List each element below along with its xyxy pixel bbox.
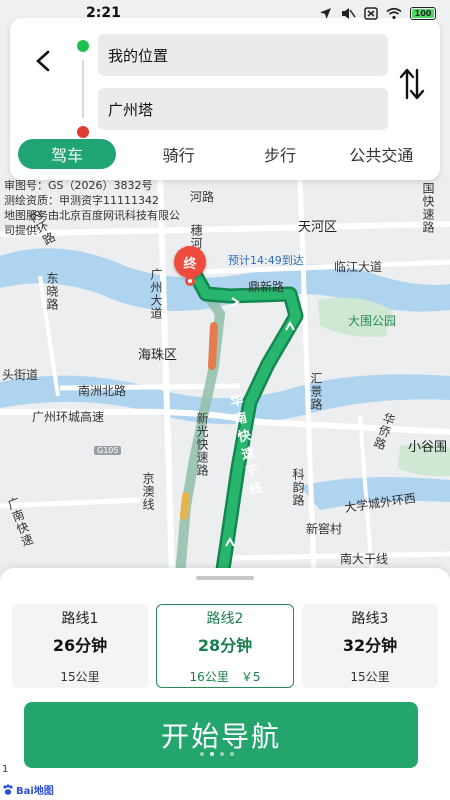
map-label: 新窖村 (306, 522, 343, 536)
route-indicator (76, 38, 90, 138)
map-copyright: 审图号：GS（2026）3832号 测绘资质：甲测资字11111342 地图服务… (4, 178, 234, 238)
tab-ride[interactable]: 骑行 (128, 139, 229, 169)
tab-transit[interactable]: 公共交通 (331, 139, 432, 169)
route-search-panel: 我的位置 广州塔 驾车 骑行 步行 公共交通 (10, 18, 440, 180)
copyright-line: 地图服务由北京百度网讯科技有限公 (4, 209, 180, 222)
battery-level: 100 (414, 8, 432, 18)
eta-label: 预计14:49到达 (228, 254, 304, 267)
mute-icon (342, 7, 356, 19)
route-time: 28分钟 (197, 635, 253, 655)
start-navigation-button[interactable]: 开始导航 (24, 702, 418, 768)
baidu-paw-icon (3, 783, 13, 795)
swap-icon (399, 68, 425, 100)
back-button[interactable] (28, 46, 58, 76)
map-label: 临江大道 (334, 260, 383, 274)
page-dot (200, 752, 204, 756)
route-detail: 15公里 (350, 669, 390, 684)
battery-icon: 100 (410, 6, 436, 20)
destination-field[interactable]: 广州塔 (98, 88, 388, 130)
status-time: 2:21 (86, 5, 121, 21)
route-card-1[interactable]: 路线1 26分钟 15公里 (12, 604, 148, 688)
copyright-line: 审图号：GS（2026）3832号 (4, 179, 153, 192)
map-label: 国快速路 (421, 182, 435, 234)
page-dot (230, 752, 234, 756)
map-label: 天河区 (298, 220, 338, 235)
destination-marker[interactable]: 终 (174, 246, 208, 290)
map-label: 头街道 (2, 368, 39, 382)
route-connector (82, 60, 84, 118)
route-options-sheet: 路线1 26分钟 15公里 路线2 28分钟 16公里 ￥5 路线3 32分钟 … (0, 568, 450, 800)
map-label: 鼎新路 (248, 280, 285, 294)
end-pin-icon: 终 (174, 246, 206, 278)
map-label: 广州大道 (149, 268, 163, 320)
page-dot (210, 752, 214, 756)
start-location-field[interactable]: 我的位置 (98, 34, 388, 76)
map-label: 科韵路 (291, 468, 305, 507)
map-view[interactable]: 审图号：GS（2026）3832号 测绘资质：甲测资字11111342 地图服务… (0, 176, 450, 576)
map-label: 南洲北路 (78, 384, 127, 398)
tab-walk[interactable]: 步行 (229, 139, 330, 169)
map-label: 京澳线 (141, 472, 155, 511)
swap-button[interactable] (394, 66, 430, 102)
route-detail: 16公里 ￥5 (189, 669, 261, 684)
route-name: 路线2 (206, 610, 244, 627)
copyright-line: 测绘资质：甲测资字11111342 (4, 194, 159, 207)
location-arrow-icon (320, 7, 331, 19)
page-indicator (200, 752, 234, 756)
route-card-2[interactable]: 路线2 28分钟 16公里 ￥5 (156, 604, 294, 688)
route-name: 路线1 (61, 610, 99, 627)
baidu-logo-text: Bai地图 (16, 786, 54, 797)
alt-route-traffic (208, 322, 218, 370)
copyright-line: 司提供 (4, 224, 37, 237)
map-label: 广州环城高速 (32, 410, 105, 424)
map-label: 东晓路 (45, 272, 59, 311)
road-badge: G105 (94, 446, 122, 455)
sim-off-icon (364, 6, 378, 20)
map-label: 大围公园 (348, 314, 397, 328)
map-label: 新光快速路 (195, 412, 209, 477)
back-arrow-icon (36, 50, 50, 72)
route-time: 32分钟 (342, 635, 398, 655)
map-label: 南大干线 (340, 552, 389, 566)
scale-label: 1 (2, 764, 9, 775)
sheet-drag-handle[interactable] (196, 576, 254, 580)
route-time: 26分钟 (52, 635, 108, 655)
page-dot (220, 752, 224, 756)
map-label: 小谷围 (408, 440, 448, 455)
end-dot-icon (77, 126, 89, 138)
status-bar: 2:21 100 (0, 0, 450, 26)
transport-mode-tabs: 驾车 骑行 步行 公共交通 (18, 138, 432, 170)
alt-route-traffic-2 (180, 492, 190, 520)
route-card-3[interactable]: 路线3 32分钟 15公里 (302, 604, 438, 688)
route-detail: 15公里 (60, 669, 100, 684)
route-name: 路线3 (351, 610, 389, 627)
map-label: 汇景路 (309, 372, 323, 411)
end-point-dot (185, 276, 195, 286)
tab-drive[interactable]: 驾车 (18, 139, 116, 169)
status-icons: 100 (319, 6, 436, 20)
start-dot-icon (77, 40, 89, 52)
baidu-logo: Bai地图 (2, 782, 54, 797)
map-label: 海珠区 (138, 348, 178, 363)
route-options: 路线1 26分钟 15公里 路线2 28分钟 16公里 ￥5 路线3 32分钟 … (12, 604, 438, 688)
wifi-icon (386, 7, 402, 19)
